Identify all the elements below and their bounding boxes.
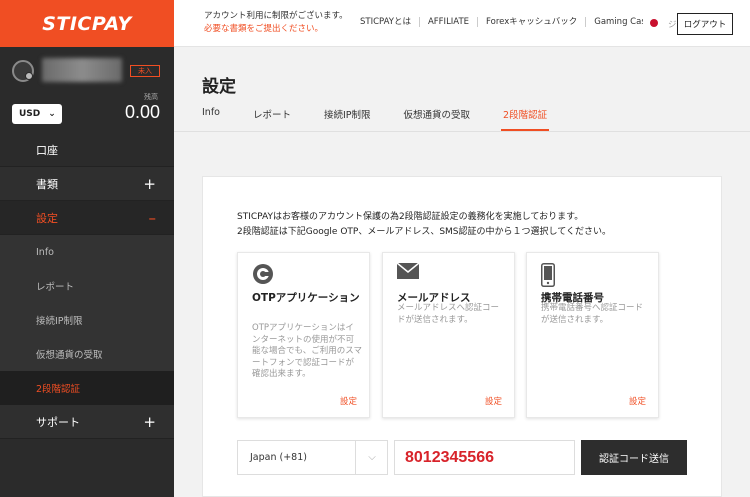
twofa-card: STICPAYはお客様のアカウント保護の為2段階認証設定の義務化を実施しておりま… — [202, 176, 722, 497]
page-header: 設定 Info レポート 接続IP制限 仮想通貨の受取 2段階認証 — [174, 48, 750, 132]
sidebar-item-account[interactable]: 口座 — [0, 133, 174, 167]
avatar-icon[interactable] — [12, 60, 34, 82]
method-description: OTPアプリケーションはインターネットの使用が不可能な場合でも、ご利用のスマート… — [252, 323, 362, 379]
method-card-otp[interactable]: OTPアプリケーション OTPアプリケーションはインターネットの使用が不可能な場… — [237, 252, 370, 418]
setup-link[interactable]: 設定 — [485, 395, 502, 407]
method-card-email[interactable]: メールアドレス メールアドレスへ認証コードが送信されます。 設定 — [382, 252, 515, 418]
balance-label: 残高 — [144, 93, 158, 101]
settings-tabs: Info レポート 接続IP制限 仮想通貨の受取 2段階認証 — [202, 107, 580, 131]
sidebar-item-settings[interactable]: 設定 – — [0, 201, 174, 235]
minus-icon[interactable]: – — [149, 209, 157, 227]
tab-report[interactable]: レポート — [253, 107, 291, 131]
submenu-item-ip-restriction[interactable]: 接続IP制限 — [0, 303, 174, 337]
description-line-2: 2段階認証は下記Google OTP、メールアドレス、SMS認証の中から１つ選択… — [237, 227, 611, 237]
method-description: メールアドレスへ認証コードが送信されます。 — [397, 303, 500, 325]
sidebar-item-support[interactable]: サポート + — [0, 405, 174, 439]
method-title: OTPアプリケーション — [252, 292, 360, 304]
chevron-down-icon: ⌄ — [48, 109, 56, 119]
nav-link-affiliate[interactable]: AFFILIATE — [418, 17, 477, 27]
logout-button[interactable]: ログアウト — [677, 13, 733, 35]
sidebar-item-label: 設定 — [36, 211, 58, 225]
sidebar: STICPAY 未入 USD ⌄ 残高 0.00 口座 書類 + 設定 – In… — [0, 0, 174, 497]
chevron-down-icon[interactable]: ⌵ — [355, 440, 388, 475]
method-card-phone[interactable]: 携帯電話番号 携帯電話番号へ認証コードが送信されます。 設定 — [526, 252, 659, 418]
logout-ghost-text: ジ — [668, 20, 677, 30]
tab-info[interactable]: Info — [202, 107, 220, 131]
notice-line-1: アカウント利用に制限がございます。 — [204, 11, 348, 21]
submenu-item-report[interactable]: レポート — [0, 269, 174, 303]
plus-icon[interactable]: + — [143, 413, 156, 431]
account-notice: アカウント利用に制限がございます。 必要な書類をご提出ください。 — [204, 10, 348, 36]
sidebar-item-documents[interactable]: 書類 + — [0, 167, 174, 201]
submenu-item-info[interactable]: Info — [0, 235, 174, 269]
method-description: 携帯電話番号へ認証コードが送信されます。 — [541, 303, 644, 325]
tab-ip-restriction[interactable]: 接続IP制限 — [324, 107, 371, 131]
logo-text: STICPAY — [42, 12, 132, 35]
top-bar: アカウント利用に制限がございます。 必要な書類をご提出ください。 STICPAY… — [174, 0, 750, 47]
mail-icon — [396, 262, 420, 283]
user-info: 未入 — [12, 58, 162, 86]
top-nav: STICPAYとは AFFILIATE Forexキャッシュバック Gaming… — [360, 10, 643, 35]
tab-2fa[interactable]: 2段階認証 — [501, 107, 550, 131]
twofa-description: STICPAYはお客様のアカウント保護の為2段階認証設定の義務化を実施しておりま… — [237, 210, 611, 240]
currency-select[interactable]: USD ⌄ — [12, 104, 62, 124]
submenu-item-crypto-receive[interactable]: 仮想通貨の受取 — [0, 337, 174, 371]
sidebar-item-label: 口座 — [36, 143, 58, 157]
currency-value: USD — [19, 109, 41, 119]
notice-line-2[interactable]: 必要な書類をご提出ください。 — [204, 23, 348, 36]
user-name-redacted — [42, 58, 122, 82]
tab-divider — [174, 131, 750, 132]
submenu-item-2fa[interactable]: 2段階認証 — [0, 371, 174, 405]
phone-number-input[interactable]: 8012345566 — [394, 440, 575, 475]
google-otp-icon — [252, 263, 274, 289]
mobile-phone-icon — [541, 263, 555, 291]
sidebar-menu: 口座 書類 + 設定 – Info レポート 接続IP制限 仮想通貨の受取 2段… — [0, 133, 174, 439]
nav-link-about[interactable]: STICPAYとは — [360, 17, 419, 27]
nav-link-gaming-cashback[interactable]: Gaming Cashback — [585, 17, 643, 27]
page-title: 設定 — [202, 77, 236, 97]
country-code-value: Japan (+81) — [250, 452, 307, 463]
logo[interactable]: STICPAY — [0, 0, 174, 47]
sidebar-item-label: 書類 — [36, 177, 58, 191]
setup-link[interactable]: 設定 — [340, 395, 357, 407]
nav-link-forex-cashback[interactable]: Forexキャッシュバック — [477, 17, 585, 27]
setup-link[interactable]: 設定 — [629, 395, 646, 407]
language-flag-icon[interactable] — [650, 19, 658, 27]
sidebar-item-label: サポート — [36, 415, 80, 429]
balance-value: 0.00 — [124, 102, 160, 122]
description-line-1: STICPAYはお客様のアカウント保護の為2段階認証設定の義務化を実施しておりま… — [237, 212, 584, 222]
tab-crypto-receive[interactable]: 仮想通貨の受取 — [404, 107, 471, 131]
send-code-button[interactable]: 認証コード送信 — [581, 440, 687, 475]
verification-badge[interactable]: 未入 — [130, 65, 160, 77]
plus-icon[interactable]: + — [143, 175, 156, 193]
